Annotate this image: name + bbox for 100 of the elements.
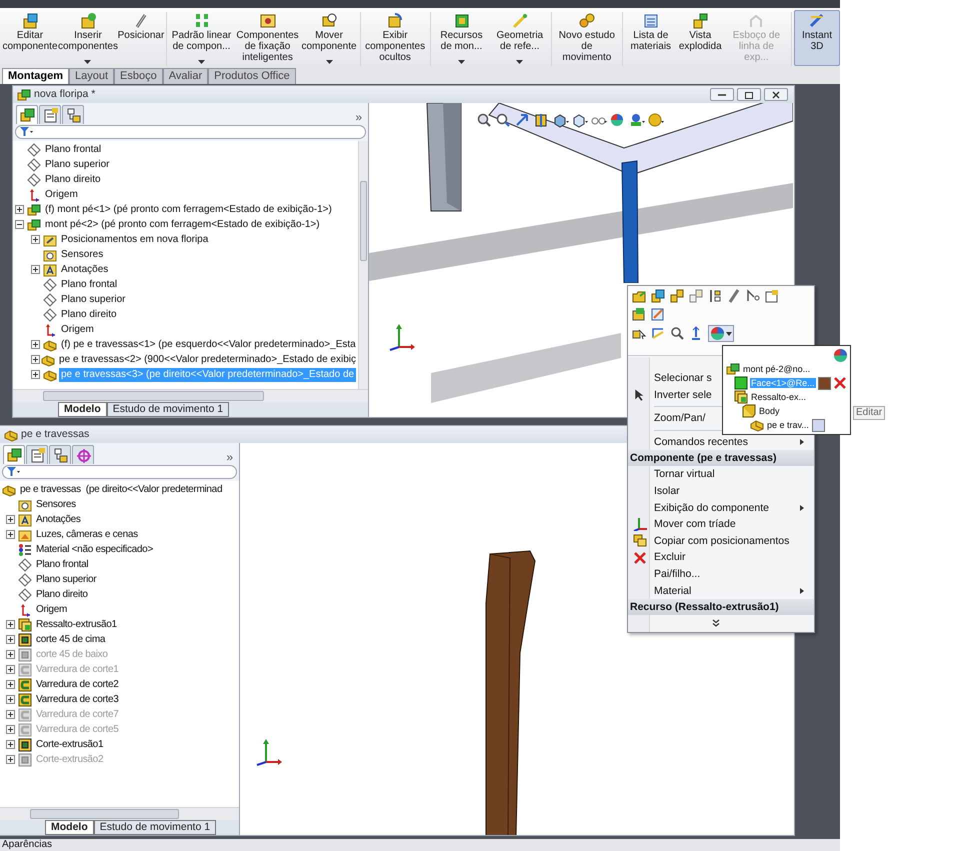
model-tab[interactable]: Estudo de movimento 1 <box>94 820 216 835</box>
tree-item[interactable]: Origem <box>43 188 80 202</box>
tree-item[interactable]: Sensores <box>59 248 106 262</box>
appearance-item[interactable]: mont pé-2@no... <box>742 364 812 374</box>
ribbon-button[interactable]: Exibir componentes ocultos <box>362 10 428 66</box>
ribbon-button[interactable]: Instant 3D <box>794 10 840 66</box>
ribbon-button[interactable]: Inserir componentes <box>58 10 118 66</box>
dimxpert-tab[interactable] <box>72 445 94 464</box>
cube-icon <box>572 113 588 128</box>
tree-item[interactable]: Ressalto-extrusão1 <box>34 618 119 632</box>
restore-button[interactable] <box>737 88 761 101</box>
configuration-tab[interactable] <box>49 445 71 464</box>
model-tab[interactable]: Modelo <box>45 820 94 835</box>
submenu-arrow-icon <box>800 588 804 594</box>
feature-tree-tab[interactable] <box>16 105 38 124</box>
menu-item[interactable]: Selecionar s <box>654 372 712 385</box>
ribbon-button[interactable]: Recursos de mon... <box>432 10 490 66</box>
menu-item[interactable]: Copiar com posicionamentos <box>654 534 804 548</box>
menu-item[interactable]: Mover com tríade <box>654 518 804 531</box>
appearance-button[interactable] <box>708 325 734 342</box>
tree-item[interactable]: Anotações <box>59 262 110 276</box>
plane-icon <box>43 278 57 292</box>
menu-item[interactable]: Zoom/Pan/ <box>654 412 706 425</box>
tree-item[interactable]: Varredura de corte2 <box>34 678 120 692</box>
menu-item[interactable]: Isolar <box>654 484 804 498</box>
tree-item[interactable]: Plano frontal <box>43 142 104 156</box>
remove-appearance-icon[interactable] <box>832 376 847 390</box>
tree-item[interactable]: Luzes, câmeras e cenas <box>34 528 140 542</box>
appearance-swatch[interactable] <box>818 376 831 390</box>
ribbon-button[interactable]: Geometria de refe... <box>490 10 550 66</box>
plane-icon <box>43 308 57 322</box>
tree-item[interactable]: Origem <box>59 322 96 336</box>
tree-item[interactable]: (f) pe e travessas<1> (pe esquerdo<<Valor predeterminado>_Esta <box>59 338 358 352</box>
menu-item[interactable]: Material <box>654 584 804 598</box>
appearance-item[interactable]: Ressalto-ex... <box>750 392 808 402</box>
tree-item[interactable]: Material <não especificado> <box>34 542 155 556</box>
tool-icon <box>452 12 470 30</box>
feature-tree-tab[interactable] <box>3 445 25 464</box>
filter-field[interactable] <box>15 125 366 139</box>
tool-icon <box>386 12 404 30</box>
plane-icon <box>18 588 32 602</box>
tree-item[interactable]: Sensores <box>34 498 78 512</box>
menu-item[interactable]: Tornar virtual <box>654 468 804 481</box>
cut-icon <box>18 648 32 662</box>
ribbon-button[interactable]: Posicionar <box>118 10 164 66</box>
horizontal-scrollbar[interactable] <box>0 807 239 820</box>
command-tab[interactable]: Layout <box>69 68 114 84</box>
tree-item[interactable]: (f) mont pé<1> (pé pronto com ferragem<Estado de exibição-1>) <box>43 202 334 216</box>
tree-item[interactable]: Corte-extrusão1 <box>34 738 106 752</box>
appearance-item[interactable]: pe e trav... <box>766 420 810 430</box>
menu-item[interactable]: Pai/filho... <box>654 568 804 581</box>
ribbon-button[interactable]: Lista de materiais <box>624 10 678 66</box>
axis-triad-icon <box>254 738 282 766</box>
tree-item[interactable]: Origem <box>34 602 69 616</box>
tree-item[interactable]: pe e travessas (pe direito<<Valor predeterminad <box>18 482 224 496</box>
appearance-swatch[interactable] <box>812 418 825 432</box>
tree-item[interactable]: Plano direito <box>59 308 119 322</box>
ribbon-button[interactable]: Novo estudo de movimento <box>554 10 620 66</box>
tree-item[interactable]: Plano direito <box>43 172 103 186</box>
tree-item[interactable]: Anotações <box>34 512 83 526</box>
menu-item[interactable]: Comandos recentes <box>654 436 804 448</box>
menu-item[interactable]: Inverter sele <box>654 388 712 402</box>
ribbon-button[interactable]: Vista explodida <box>677 10 724 66</box>
command-tab[interactable]: Produtos Office <box>208 68 296 84</box>
close-button[interactable] <box>764 88 788 101</box>
tree-item[interactable]: Posicionamentos em nova floripa <box>59 232 210 246</box>
tree-item[interactable]: Varredura de corte3 <box>34 692 120 706</box>
annotation-folder-icon <box>43 262 57 276</box>
tree-item[interactable]: Plano superior <box>59 292 128 306</box>
model-tab[interactable]: Estudo de movimento 1 <box>106 402 230 417</box>
ribbon-button[interactable]: Editar componente <box>2 10 58 66</box>
tree-item[interactable]: Plano superior <box>34 572 98 586</box>
tree-item[interactable]: Plano frontal <box>34 558 90 572</box>
command-tab[interactable]: Montagem <box>2 68 69 84</box>
tree-item[interactable]: Plano superior <box>43 158 112 172</box>
vertical-scrollbar[interactable] <box>358 141 368 389</box>
expand-panel-button[interactable]: » <box>355 110 362 124</box>
panel-tab-icon <box>64 106 82 124</box>
tree-item[interactable]: Plano frontal <box>59 278 120 292</box>
property-tab[interactable] <box>39 105 61 124</box>
minimize-button[interactable] <box>710 88 734 101</box>
appearance-item[interactable]: Body <box>758 406 781 416</box>
configuration-tab[interactable] <box>62 105 84 124</box>
menu-item[interactable]: Exibição do componente <box>654 502 804 514</box>
menu-item[interactable]: Excluir <box>654 551 804 564</box>
model-tab[interactable]: Modelo <box>58 402 107 417</box>
ribbon-button[interactable]: Padrão linear de compon... <box>168 10 235 66</box>
command-tab[interactable]: Avaliar <box>162 68 208 84</box>
ribbon-button[interactable]: Mover componente <box>300 10 358 66</box>
tree-item[interactable]: pe e travessas<2> (900<<Valor predeterminado>_Estado de exibiç <box>57 352 358 366</box>
expand-panel-button[interactable]: » <box>226 450 233 464</box>
horizontal-scrollbar[interactable] <box>13 389 368 402</box>
tree-item[interactable]: corte 45 de cima <box>34 632 108 646</box>
command-tab[interactable]: Esboço <box>114 68 163 84</box>
tree-item[interactable]: Plano direito <box>34 588 90 602</box>
property-tab[interactable] <box>26 445 48 464</box>
filter-field[interactable] <box>2 465 237 479</box>
ribbon-button[interactable]: Componentes de fixação inteligentes <box>234 10 301 66</box>
cut-icon <box>18 738 32 752</box>
tree-item[interactable]: mont pé<2> (pé pronto com ferragem<Estado de exibição-1>) <box>43 218 322 232</box>
